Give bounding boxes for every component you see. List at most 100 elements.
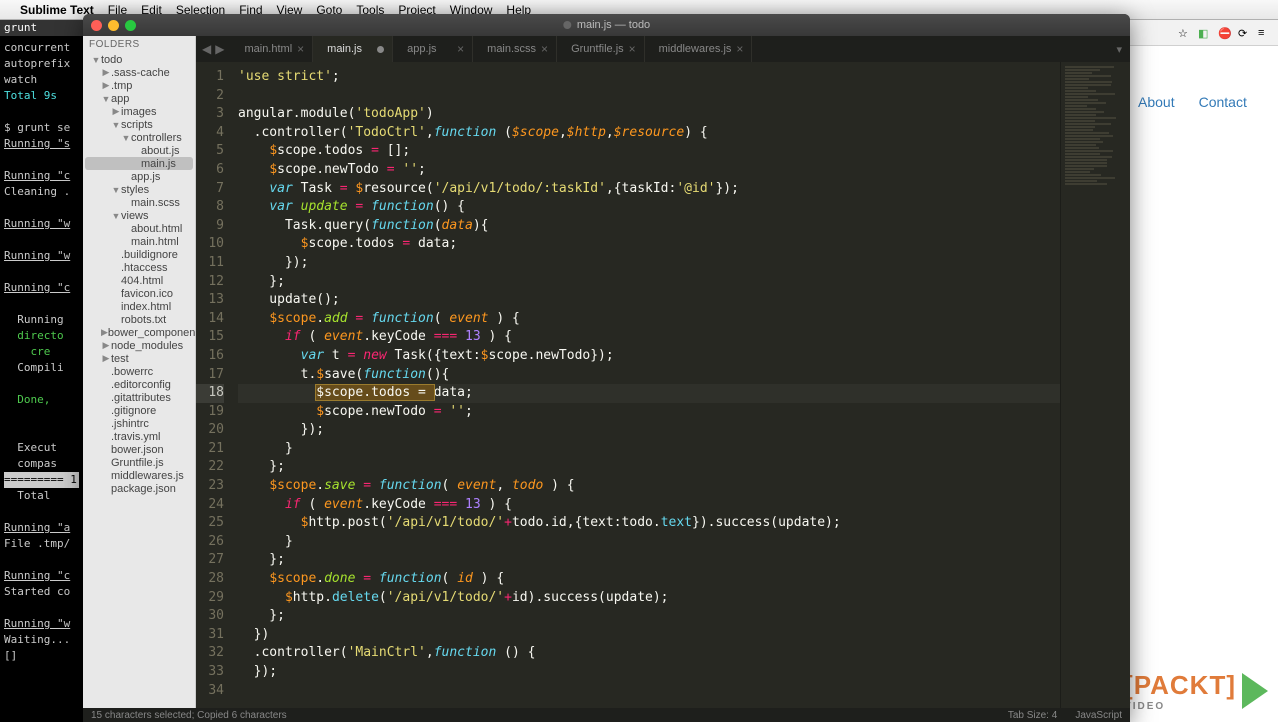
menu-icon[interactable]: ≡ — [1258, 27, 1270, 39]
tab[interactable]: main.html× — [230, 36, 313, 62]
code-line[interactable]: if ( event.keyCode === 13 ) { — [238, 496, 1060, 515]
line-number[interactable]: 15 — [196, 328, 224, 347]
file-item[interactable]: Gruntfile.js — [85, 456, 193, 469]
code-line[interactable]: var Task = $resource('/api/v1/todo/:task… — [238, 180, 1060, 199]
line-number[interactable]: 19 — [196, 403, 224, 422]
file-item[interactable]: app.js — [85, 170, 193, 183]
code-line[interactable]: }; — [238, 607, 1060, 626]
tab[interactable]: main.scss× — [473, 36, 557, 62]
tab[interactable]: app.js× — [393, 36, 473, 62]
code-line[interactable]: var update = function() { — [238, 198, 1060, 217]
code-line[interactable]: } — [238, 533, 1060, 552]
code-line[interactable]: t.$save(function(){ — [238, 366, 1060, 385]
code-line[interactable] — [238, 682, 1060, 701]
line-number[interactable]: 8 — [196, 198, 224, 217]
line-gutter[interactable]: 1234567891011121314151617181920212223242… — [196, 62, 232, 708]
line-number[interactable]: 25 — [196, 514, 224, 533]
nav-about[interactable]: About — [1138, 94, 1175, 110]
code-line[interactable]: $scope.todos = []; — [238, 142, 1060, 161]
line-number[interactable]: 4 — [196, 124, 224, 143]
file-item[interactable]: about.js — [85, 144, 193, 157]
code-editor[interactable]: 1234567891011121314151617181920212223242… — [196, 62, 1130, 708]
code-line[interactable]: .controller('MainCtrl',function () { — [238, 644, 1060, 663]
code-line[interactable]: }); — [238, 663, 1060, 682]
code-line[interactable]: $scope.newTodo = ''; — [238, 161, 1060, 180]
disclosure-icon[interactable]: ▼ — [111, 185, 121, 195]
folder-item[interactable]: ▼todo — [85, 53, 193, 66]
close-tab-icon[interactable]: × — [629, 42, 636, 56]
folder-item[interactable]: ▶.sass-cache — [85, 66, 193, 79]
disclosure-icon[interactable]: ▼ — [121, 133, 131, 143]
code-line[interactable]: $http.delete('/api/v1/todo/'+id).success… — [238, 589, 1060, 608]
disclosure-icon[interactable]: ▼ — [101, 94, 111, 104]
disclosure-icon[interactable]: ▶ — [101, 340, 111, 351]
code-line[interactable]: if ( event.keyCode === 13 ) { — [238, 328, 1060, 347]
code-line[interactable]: $scope.done = function( id ) { — [238, 570, 1060, 589]
sync-icon[interactable]: ⟳ — [1238, 27, 1250, 39]
line-number[interactable]: 26 — [196, 533, 224, 552]
file-item[interactable]: bower.json — [85, 443, 193, 456]
file-item[interactable]: main.js — [85, 157, 193, 170]
code-line[interactable]: $scope.todos = data; — [238, 384, 1060, 403]
close-tab-icon[interactable]: × — [297, 42, 304, 56]
line-number[interactable]: 30 — [196, 607, 224, 626]
folder-item[interactable]: ▼views — [85, 209, 193, 222]
code-line[interactable]: }; — [238, 273, 1060, 292]
file-item[interactable]: middlewares.js — [85, 469, 193, 482]
line-number[interactable]: 22 — [196, 458, 224, 477]
folder-item[interactable]: ▶bower_components — [85, 326, 193, 339]
status-language[interactable]: JavaScript — [1075, 710, 1122, 721]
line-number[interactable]: 31 — [196, 626, 224, 645]
tab-overflow-icon[interactable]: ▾ — [1108, 36, 1130, 62]
line-number[interactable]: 11 — [196, 254, 224, 273]
file-item[interactable]: package.json — [85, 482, 193, 495]
line-number[interactable]: 14 — [196, 310, 224, 329]
line-number[interactable]: 27 — [196, 551, 224, 570]
close-tab-icon[interactable]: × — [457, 42, 464, 56]
code-line[interactable] — [238, 87, 1060, 106]
file-item[interactable]: robots.txt — [85, 313, 193, 326]
file-item[interactable]: .gitattributes — [85, 391, 193, 404]
code-line[interactable]: $http.post('/api/v1/todo/'+todo.id,{text… — [238, 514, 1060, 533]
close-tab-icon[interactable]: × — [736, 42, 743, 56]
status-tabsize[interactable]: Tab Size: 4 — [1008, 710, 1057, 721]
line-number[interactable]: 2 — [196, 87, 224, 106]
code-line[interactable]: } — [238, 440, 1060, 459]
minimize-window-icon[interactable] — [108, 20, 119, 31]
file-item[interactable]: index.html — [85, 300, 193, 313]
file-item[interactable]: .bowerrc — [85, 365, 193, 378]
line-number[interactable]: 20 — [196, 421, 224, 440]
line-number[interactable]: 17 — [196, 366, 224, 385]
sidebar[interactable]: FOLDERS ▼todo▶.sass-cache▶.tmp▼app▶image… — [83, 36, 196, 708]
disclosure-icon[interactable]: ▶ — [101, 80, 111, 91]
code-line[interactable]: update(); — [238, 291, 1060, 310]
line-number[interactable]: 34 — [196, 682, 224, 701]
close-tab-icon[interactable]: × — [541, 42, 548, 56]
line-number[interactable]: 3 — [196, 105, 224, 124]
code-line[interactable]: }) — [238, 626, 1060, 645]
file-item[interactable]: .gitignore — [85, 404, 193, 417]
code-line[interactable]: .controller('TodoCtrl',function ($scope,… — [238, 124, 1060, 143]
line-number[interactable]: 7 — [196, 180, 224, 199]
file-item[interactable]: about.html — [85, 222, 193, 235]
folder-item[interactable]: ▼styles — [85, 183, 193, 196]
terminal-panel[interactable]: gruntconcurrentautoprefixwatchTotal 9s $… — [0, 20, 83, 722]
window-titlebar[interactable]: main.js — todo — [83, 14, 1130, 36]
code-line[interactable]: }; — [238, 458, 1060, 477]
line-number[interactable]: 5 — [196, 142, 224, 161]
code-line[interactable]: var t = new Task({text:$scope.newTodo}); — [238, 347, 1060, 366]
line-number[interactable]: 18 — [196, 384, 224, 403]
file-item[interactable]: .editorconfig — [85, 378, 193, 391]
folder-item[interactable]: ▼controllers — [85, 131, 193, 144]
line-number[interactable]: 33 — [196, 663, 224, 682]
file-item[interactable]: main.scss — [85, 196, 193, 209]
disclosure-icon[interactable]: ▼ — [91, 55, 101, 65]
code-line[interactable]: $scope.todos = data; — [238, 235, 1060, 254]
code-line[interactable]: $scope.save = function( event, todo ) { — [238, 477, 1060, 496]
line-number[interactable]: 13 — [196, 291, 224, 310]
line-number[interactable]: 10 — [196, 235, 224, 254]
folder-item[interactable]: ▶images — [85, 105, 193, 118]
line-number[interactable]: 9 — [196, 217, 224, 236]
file-item[interactable]: favicon.ico — [85, 287, 193, 300]
tab-history-back-icon[interactable]: ◀ — [202, 42, 211, 56]
